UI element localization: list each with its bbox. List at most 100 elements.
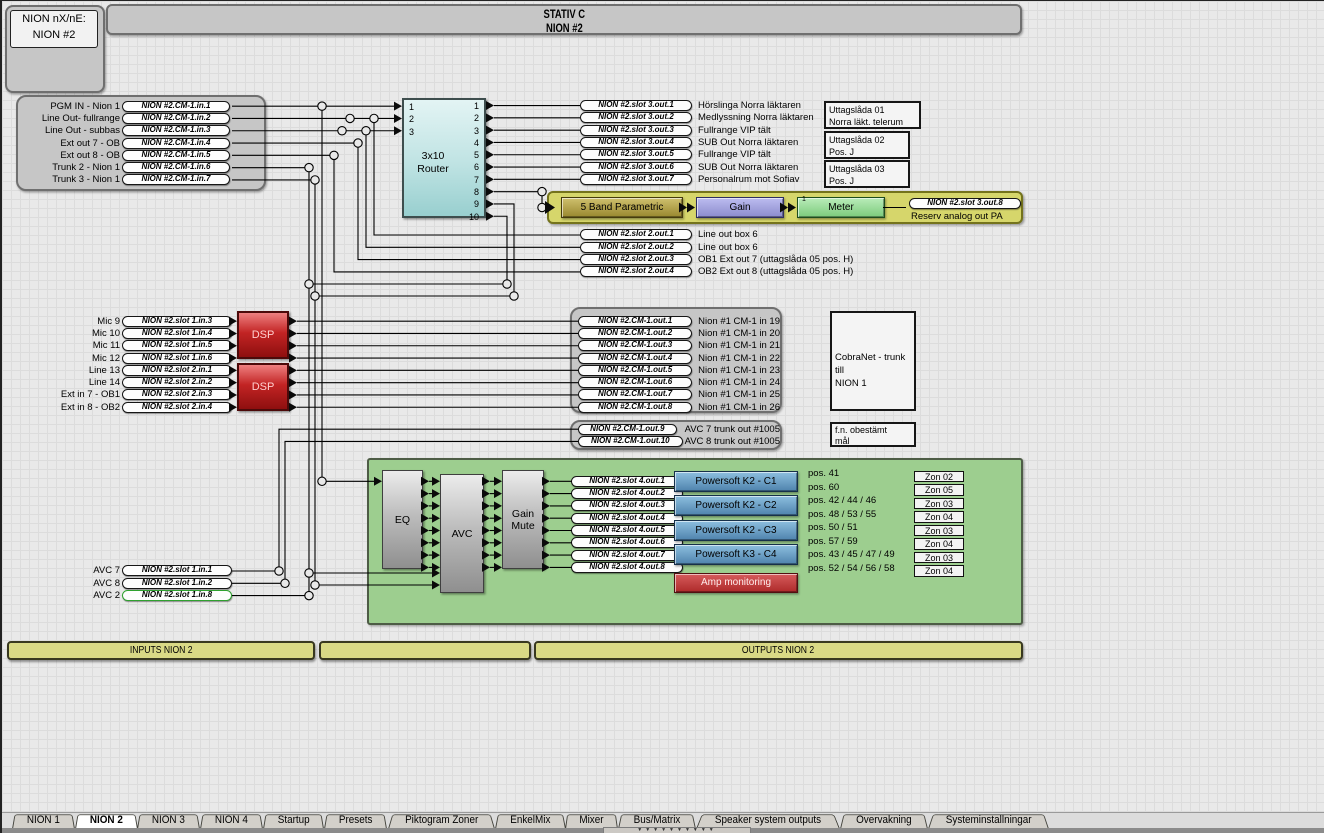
port-pill[interactable]: NION #2.slot 1.in.6: [122, 353, 232, 364]
port-pill[interactable]: NION #2.CM-1.in.4: [122, 138, 230, 149]
input-label: Line 13: [18, 365, 122, 376]
port-pill[interactable]: NION #2.CM-1.out.7: [578, 389, 692, 400]
port-pill[interactable]: NION #2.slot 2.out.1: [580, 229, 692, 240]
port-pill[interactable]: NION #2.CM-1.in.2: [122, 113, 230, 124]
tab-piktogram-zoner[interactable]: Piktogram Zoner: [388, 813, 495, 829]
port-pill[interactable]: NION #2.CM-1.out.10: [578, 436, 683, 447]
port-pill[interactable]: NION #2.slot 3.out.7: [580, 174, 692, 185]
port-pill[interactable]: NION #2.slot 4.out.5: [571, 525, 683, 536]
input-label: Trunk 3 - Nion 1: [18, 174, 122, 185]
input-label: AVC 7: [18, 565, 122, 576]
tab-nion-2[interactable]: NION 2: [75, 813, 138, 829]
input-label: Mic 10: [18, 328, 122, 339]
powersoft-amp-button-1[interactable]: Powersoft K2 - C1: [674, 471, 798, 492]
port-pill[interactable]: NION #2.CM-1.out.4: [578, 353, 692, 364]
slot4-output-list: NION #2.slot 4.out.1 NION #2.slot 4.out.…: [571, 475, 683, 573]
port-pill[interactable]: NION #2.CM-1.out.6: [578, 377, 692, 388]
port-pill[interactable]: NION #2.slot 3.out.3: [580, 125, 692, 136]
port-pill[interactable]: NION #2.CM-1.in.5: [122, 150, 230, 161]
port-pill[interactable]: NION #2.slot 1.in.4: [122, 328, 232, 339]
port-pill[interactable]: NION #2.slot 4.out.4: [571, 513, 683, 524]
port-pill[interactable]: NION #2.slot 2.in.3: [122, 389, 232, 400]
port-pill[interactable]: NION #2.CM-1.in.1: [122, 101, 230, 112]
output-label: AVC 7 trunk out #1005: [685, 424, 780, 435]
port-pill[interactable]: NION #2.slot 4.out.1: [571, 476, 683, 487]
node-box-line2: NION #2: [33, 29, 76, 41]
powersoft-amp-button-2[interactable]: Powersoft K2 - C2: [674, 495, 798, 516]
port-pill[interactable]: NION #2.CM-1.out.5: [578, 365, 692, 376]
tab-startup[interactable]: Startup: [263, 813, 324, 829]
powersoft-amp-button-3[interactable]: Powersoft K2 - C3: [674, 520, 798, 541]
uttagslada-03-note: Uttagslåda 03 Pos. J: [824, 160, 910, 188]
port-pill[interactable]: NION #2.CM-1.out.9: [578, 424, 677, 435]
gain-mute-block[interactable]: Gain Mute: [502, 470, 544, 569]
input-label: Ext in 8 - OB2: [18, 402, 122, 413]
output-label: Line out box 6: [698, 242, 758, 253]
port-pill[interactable]: NION #2.CM-1.out.8: [578, 402, 692, 413]
port-pill[interactable]: NION #2.slot 4.out.7: [571, 550, 683, 561]
tab-overvakning[interactable]: Overvakning: [840, 813, 928, 829]
tab-nion-3[interactable]: NION 3: [137, 813, 200, 829]
port-pill[interactable]: NION #2.CM-1.out.1: [578, 316, 692, 327]
slot3-output-list: NION #2.slot 3.out.1Hörslinga Norra läkt…: [572, 99, 814, 185]
tab-presets[interactable]: Presets: [324, 813, 387, 829]
tab-nion-1[interactable]: NION 1: [12, 813, 75, 829]
port-pill[interactable]: NION #2.CM-1.out.2: [578, 328, 692, 339]
port-pill[interactable]: NION #2.slot 4.out.3: [571, 500, 683, 511]
node-box[interactable]: NION nX/nE: NION #2: [5, 5, 105, 93]
output-label: SUB Out Norra läktaren: [698, 137, 798, 148]
port-pill[interactable]: NION #2.slot 1.in.8: [122, 590, 232, 601]
port-pill[interactable]: NION #2.CM-1.in.3: [122, 125, 230, 136]
meter-channel-index: 1: [802, 196, 806, 203]
tab-systeminstallningar[interactable]: Systeminstallningar: [928, 813, 1049, 829]
output-label: Nion #1 CM-1 in 21: [698, 340, 780, 351]
port-pill[interactable]: NION #2.slot 1.in.3: [122, 316, 232, 327]
amp-monitoring-button[interactable]: Amp monitoring: [674, 573, 798, 593]
input-label: Trunk 2 - Nion 1: [18, 162, 122, 173]
parametric-eq-block[interactable]: 5 Band Parametric: [561, 197, 683, 218]
port-pill[interactable]: NION #2.slot 4.out.8: [571, 562, 683, 573]
port-pill[interactable]: NION #2.slot 3.out.8: [909, 198, 1021, 209]
port-pill[interactable]: NION #2.slot 1.in.1: [122, 565, 232, 576]
powersoft-amp-button-4[interactable]: Powersoft K3 - C4: [674, 544, 798, 565]
port-pill[interactable]: NION #2.slot 3.out.5: [580, 149, 692, 160]
avc-block[interactable]: AVC: [440, 474, 484, 593]
port-pill[interactable]: NION #2.slot 3.out.6: [580, 162, 692, 173]
port-pill[interactable]: NION #2.CM-1.out.3: [578, 340, 692, 351]
router-out-ports: 1 2 3 4 5 6 7 8 9 10: [469, 100, 479, 223]
page-title: STATIV C NION #2: [106, 4, 1022, 35]
port-pill[interactable]: NION #2.slot 2.out.3: [580, 254, 692, 265]
port-pill[interactable]: NION #2.slot 4.out.6: [571, 537, 683, 548]
amp-pos-list: pos. 41 pos. 60 pos. 42 / 44 / 46 pos. 4…: [808, 467, 895, 575]
zone-badge: Zon 03: [914, 552, 964, 564]
port-pill[interactable]: NION #2.CM-1.in.7: [122, 174, 230, 185]
port-pill[interactable]: NION #2.slot 4.out.2: [571, 488, 683, 499]
gain-block[interactable]: Gain: [696, 197, 784, 218]
tab-enkelmix[interactable]: EnkelMix: [495, 813, 566, 829]
input-label: Ext out 7 - OB: [18, 138, 122, 149]
uttagslada-02-note: Uttagslåda 02 Pos. J: [824, 131, 910, 159]
pos-label: pos. 48 / 53 / 55: [808, 508, 895, 522]
router-block[interactable]: 1 2 3 1 2 3 4 5 6 7 8 9 10 3x10Router: [402, 98, 486, 218]
port-pill[interactable]: NION #2.slot 3.out.4: [580, 137, 692, 148]
tab-nion-4[interactable]: NION 4: [200, 813, 263, 829]
schematic-canvas: NION nX/nE: NION #2 STATIV C NION #2 PGM…: [0, 0, 1324, 833]
port-pill[interactable]: NION #2.slot 3.out.1: [580, 100, 692, 111]
port-pill[interactable]: NION #2.slot 1.in.2: [122, 578, 232, 589]
dsp-block-1[interactable]: DSP: [237, 311, 289, 359]
pos-label: pos. 57 / 59: [808, 535, 895, 549]
output-label: Nion #1 CM-1 in 19: [698, 316, 780, 327]
dsp-block-2[interactable]: DSP: [237, 363, 289, 411]
port-pill[interactable]: NION #2.slot 2.in.1: [122, 365, 232, 376]
port-pill[interactable]: NION #2.slot 2.in.2: [122, 377, 232, 388]
tab-speaker-system-outputs[interactable]: Speaker system outputs: [696, 813, 840, 829]
port-pill[interactable]: NION #2.slot 2.out.2: [580, 242, 692, 253]
meter-block[interactable]: Meter: [797, 197, 885, 218]
eq-block[interactable]: EQ: [382, 470, 423, 569]
port-pill[interactable]: NION #2.slot 2.out.4: [580, 266, 692, 277]
router-name: 3x10Router: [404, 150, 462, 176]
port-pill[interactable]: NION #2.slot 1.in.5: [122, 340, 232, 351]
port-pill[interactable]: NION #2.slot 3.out.2: [580, 112, 692, 123]
port-pill[interactable]: NION #2.CM-1.in.6: [122, 162, 230, 173]
port-pill[interactable]: NION #2.slot 2.in.4: [122, 402, 232, 413]
